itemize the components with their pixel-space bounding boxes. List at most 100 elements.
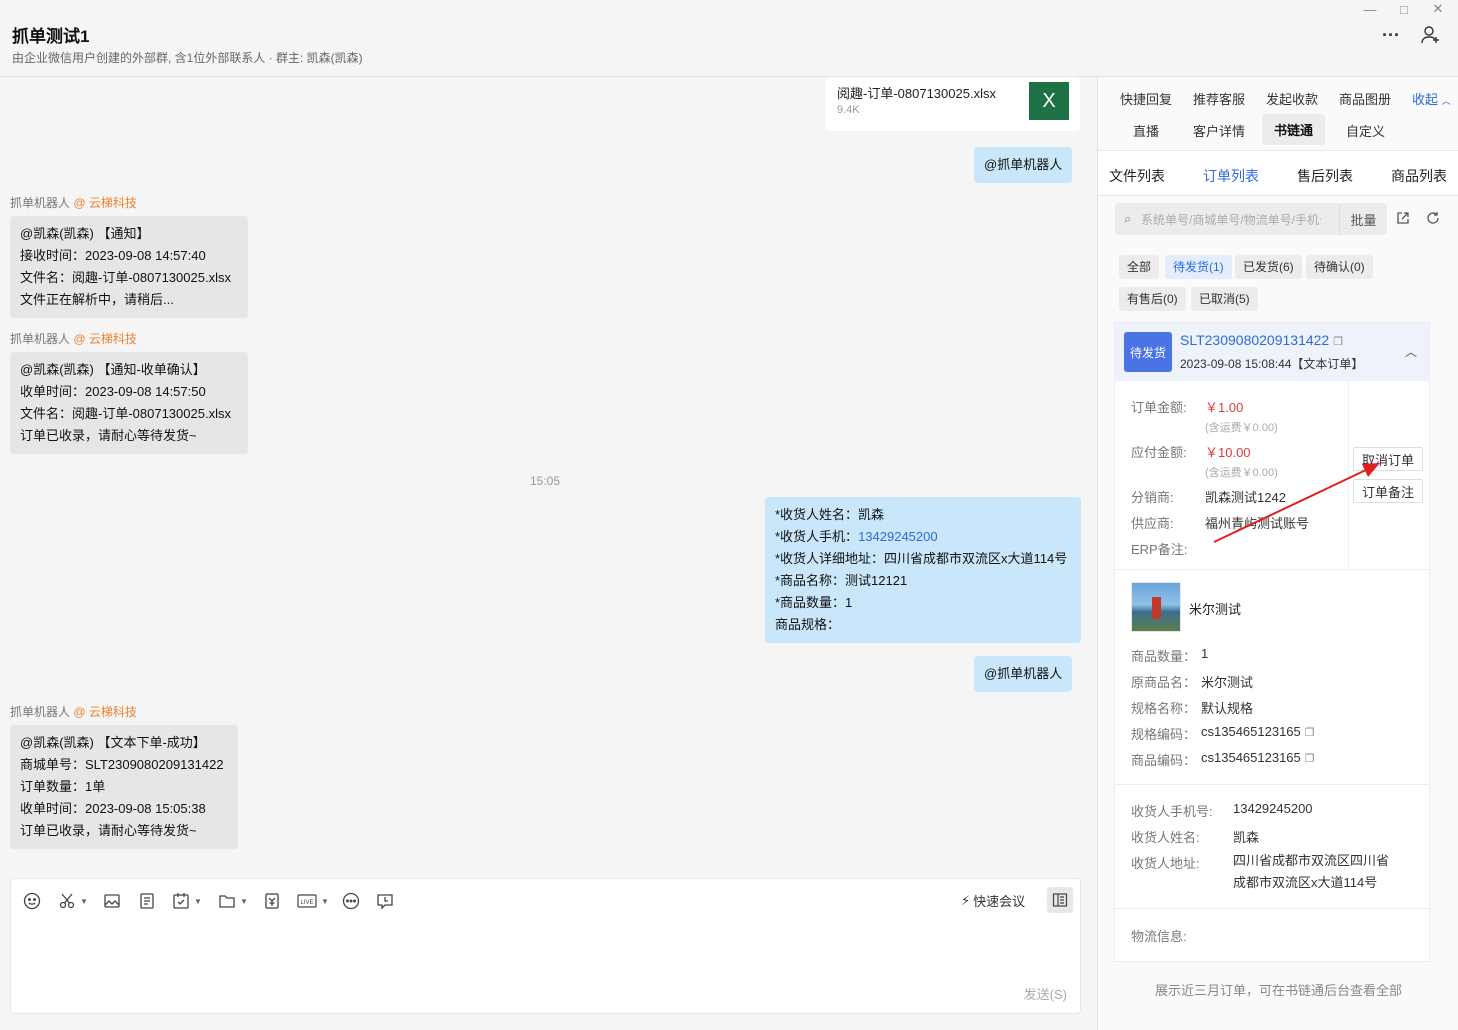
live-icon[interactable]: LIVE ▼ xyxy=(297,891,329,911)
message-input-box[interactable]: ▼ ▼ ▼ LIVE ▼ ⚡ 快速会议 发送(S) xyxy=(10,878,1081,1014)
emoji-icon[interactable] xyxy=(23,891,41,911)
divider xyxy=(1115,908,1429,909)
tab-collect-payment[interactable]: 发起收款 xyxy=(1266,89,1318,108)
tab-custom[interactable]: 自定义 xyxy=(1346,121,1385,140)
search-input[interactable]: 系统单号/商城单号/物流单号/手机号 xyxy=(1141,211,1321,228)
receiver-name: 收货人姓名: 凯森 xyxy=(1131,830,1260,845)
receiver-phone: 收货人手机号: 13429245200 xyxy=(1131,801,1313,819)
image-icon[interactable] xyxy=(103,891,121,911)
bot-message: @凯森(凯森) 【文本下单-成功】 商城单号：SLT23090802091314… xyxy=(10,725,238,849)
product-qty: 商品数量： 1 xyxy=(1131,646,1209,664)
message-sender: 抓单机器人 @ 云梯科技 xyxy=(10,705,137,719)
bot-message: @凯森(凯森) 【通知】 接收时间：2023-09-08 14:57:40 文件… xyxy=(10,216,248,318)
distributor: 分销商: 凯森测试1242 xyxy=(1131,490,1286,505)
filter-pending-ship[interactable]: 待发货(1) xyxy=(1165,255,1232,279)
file-message[interactable]: 阅趣-订单-0807130025.xlsx 9.4K X xyxy=(826,77,1080,131)
supplier: 供应商: 福州青屿测试账号 xyxy=(1131,516,1310,531)
phone-link[interactable]: 13429245200 xyxy=(858,529,938,544)
folder-icon[interactable]: ▼ xyxy=(218,891,248,911)
todo-icon[interactable]: ▼ xyxy=(172,891,202,911)
tab-shulian[interactable]: 书链通 xyxy=(1262,114,1326,145)
filter-pending-confirm[interactable]: 待确认(0) xyxy=(1306,255,1373,279)
tab-quick-reply[interactable]: 快捷回复 xyxy=(1120,89,1172,108)
file-name: 阅趣-订单-0807130025.xlsx xyxy=(837,86,996,101)
message-sender: 抓单机器人 @ 云梯科技 xyxy=(10,332,137,346)
send-button[interactable]: 发送(S) xyxy=(1024,984,1067,1003)
copy-icon[interactable]: ❐ xyxy=(1305,727,1315,739)
document-icon[interactable] xyxy=(138,891,156,911)
time-separator: 15:05 xyxy=(529,474,561,488)
chat-header: 抓单测试1 由企业微信用户创建的外部群, 含1位外部联系人 · 群主: 凯森(凯… xyxy=(0,0,1458,77)
logistics-info: 物流信息: xyxy=(1131,929,1187,944)
order-remark-button[interactable]: 订单备注 xyxy=(1353,479,1423,503)
order-amount: 订单金额: ￥1.00 xyxy=(1131,400,1244,415)
product-name: 米尔测试 xyxy=(1189,602,1242,617)
tab-customer-detail[interactable]: 客户详情 xyxy=(1193,121,1245,140)
receiver-address: 收货人地址: 四川省成都市双流区四川省 成都市双流区x大道114号 xyxy=(1131,853,1390,890)
message-sender: 抓单机器人 @ 云梯科技 xyxy=(10,196,137,210)
tab-product-album[interactable]: 商品图册 xyxy=(1339,89,1391,108)
bot-message: @凯森(凯森) 【通知-收单确认】 收单时间：2023-09-08 14:57:… xyxy=(10,352,248,454)
order-amount-note: (含运费￥0.00) xyxy=(1205,422,1278,434)
side-panel-toggle[interactable] xyxy=(1047,887,1073,913)
order-search: ⌕ 系统单号/商城单号/物流单号/手机号 批量 xyxy=(1115,203,1387,235)
original-product-name: 原商品名： 米尔测试 xyxy=(1131,675,1254,690)
close-icon[interactable]: ✕ xyxy=(1421,0,1455,18)
lightning-icon: ⚡ xyxy=(961,892,971,908)
order-text-message: *收货人姓名：凯森 *收货人手机：13429245200 *收货人详细地址：四川… xyxy=(765,497,1081,643)
maximize-icon[interactable]: □ xyxy=(1387,0,1421,18)
divider xyxy=(1115,569,1429,570)
more-icon[interactable]: ··· xyxy=(1380,24,1402,46)
divider xyxy=(1115,784,1429,785)
tab-file-list[interactable]: 文件列表 xyxy=(1109,166,1165,186)
goods-code: 商品编码： cs135465123165 ❐ xyxy=(1131,750,1315,768)
product-thumbnail[interactable] xyxy=(1131,582,1181,632)
filter-all[interactable]: 全部 xyxy=(1119,255,1160,279)
refresh-icon[interactable] xyxy=(1426,211,1440,228)
spec-name: 规格名称： 默认规格 xyxy=(1131,701,1254,716)
minimize-icon[interactable]: — xyxy=(1353,0,1387,18)
batch-button[interactable]: 批量 xyxy=(1339,203,1387,235)
scissors-icon[interactable]: ▼ xyxy=(58,891,88,911)
order-footnote: 展示近三月订单，可在书链通后台查看全部 xyxy=(1154,983,1402,998)
mention-message: @抓单机器人 xyxy=(974,147,1073,183)
filter-cancelled[interactable]: 已取消(5) xyxy=(1191,287,1258,311)
filter-after-sale[interactable]: 有售后(0) xyxy=(1119,287,1186,311)
spec-code: 规格编码： cs135465123165 ❐ xyxy=(1131,724,1315,742)
order-card: 待发货 SLT2309080209131422 ❐ 2023-09-08 15:0… xyxy=(1114,322,1430,962)
group-title: 抓单测试1 xyxy=(12,27,90,46)
chat-messages[interactable]: 阅趣-订单-0807130025.xlsx 9.4K X @抓单机器人 抓单机器… xyxy=(0,77,1097,872)
sub-tabs: 文件列表 订单列表 售后列表 商品列表 xyxy=(1098,150,1458,196)
tab-recommend-service[interactable]: 推荐客服 xyxy=(1193,89,1245,108)
order-card-header[interactable]: 待发货 SLT2309080209131422 ❐ 2023-09-08 15:0… xyxy=(1115,323,1429,381)
order-time: 2023-09-08 15:08:44【文本订单】 xyxy=(1180,357,1364,371)
chat-record-icon[interactable] xyxy=(376,891,394,911)
search-icon: ⌕ xyxy=(1124,211,1132,226)
excel-icon: X xyxy=(1029,82,1069,120)
more-circle-icon[interactable] xyxy=(342,891,360,911)
chevron-up-icon[interactable]: ︿ xyxy=(1405,343,1417,360)
erp-remark: ERP备注: xyxy=(1131,542,1188,557)
group-subtitle: 由企业微信用户创建的外部群, 含1位外部联系人 · 群主: 凯森(凯森) xyxy=(12,51,363,65)
open-external-icon[interactable] xyxy=(1396,211,1410,228)
status-badge: 待发货 xyxy=(1124,332,1172,372)
cancel-order-button[interactable]: 取消订单 xyxy=(1353,447,1423,471)
collapse-button[interactable]: 收起 ︿ xyxy=(1412,89,1451,108)
add-member-icon[interactable] xyxy=(1420,24,1442,46)
payable-amount: 应付金额: ￥10.00 xyxy=(1131,445,1251,460)
red-packet-icon[interactable] xyxy=(263,891,281,911)
quick-meeting-button[interactable]: ⚡ 快速会议 xyxy=(961,891,1025,910)
tab-after-sale-list[interactable]: 售后列表 xyxy=(1297,166,1353,186)
side-panel: 快捷回复 推荐客服 发起收款 商品图册 收起 ︿ 直播 客户详情 书链通 自定义… xyxy=(1097,77,1458,1030)
payable-amount-note: (含运费￥0.00) xyxy=(1205,467,1278,479)
file-size: 9.4K xyxy=(837,104,860,116)
copy-icon[interactable]: ❐ xyxy=(1305,753,1315,765)
tab-order-list[interactable]: 订单列表 xyxy=(1203,166,1259,186)
filter-shipped[interactable]: 已发货(6) xyxy=(1235,255,1302,279)
divider xyxy=(1348,381,1349,569)
mention-message: @抓单机器人 xyxy=(974,656,1073,692)
tab-live[interactable]: 直播 xyxy=(1133,121,1159,140)
copy-icon[interactable]: ❐ xyxy=(1333,336,1343,348)
order-number: SLT2309080209131422 ❐ xyxy=(1180,332,1344,348)
tab-product-list[interactable]: 商品列表 xyxy=(1391,166,1447,186)
